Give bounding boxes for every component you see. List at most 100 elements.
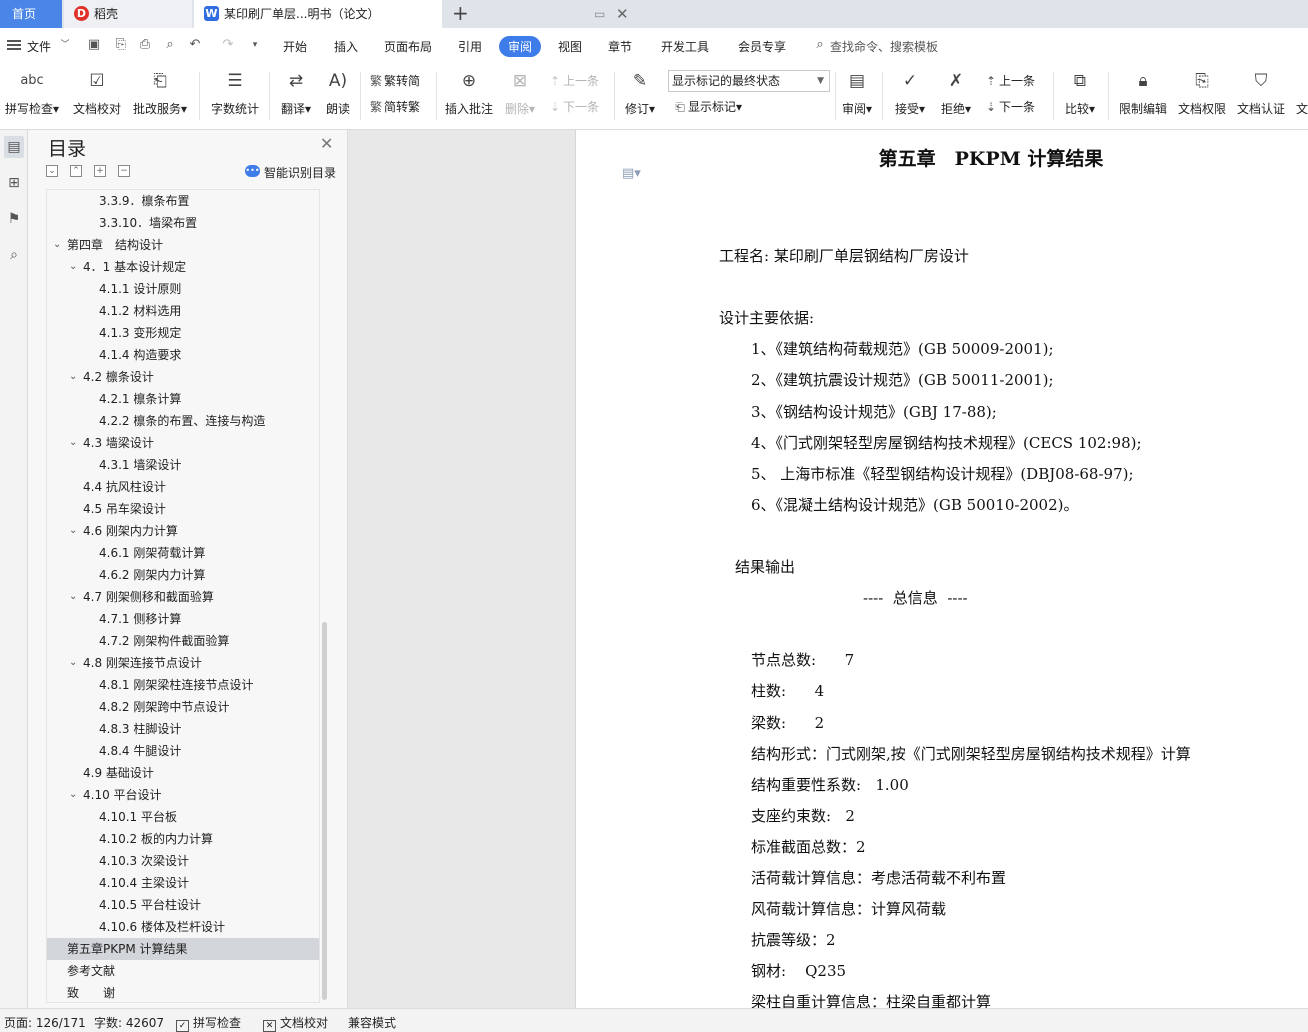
toc-item[interactable]: 4.8.2 刚架跨中节点设计 [47,696,319,718]
toc-panel-icon[interactable]: ▤ [4,136,24,158]
toc-item[interactable]: 4.10.5 平台柱设计 [47,894,319,916]
toc-item[interactable]: ⌄ 4.8 刚架连接节点设计 [47,652,319,674]
toc-item[interactable]: 4.8.3 柱脚设计 [47,718,319,740]
menu-page-layout[interactable]: 页面布局 [384,38,432,55]
compare-button[interactable]: ⧉ 比较▾ [1060,68,1100,124]
expand-all-icon[interactable]: ⌃ [70,165,82,177]
toc-item[interactable]: 4.1.4 构造要求 [47,344,319,366]
insert-comment-button[interactable]: ⊕ 插入批注 [442,68,496,124]
chevron-down-icon[interactable]: ﹀ [57,37,73,53]
toc-item[interactable]: 4.10.3 次梁设计 [47,850,319,872]
save-icon[interactable]: ▣ [86,37,102,53]
toc-item[interactable]: 4.6.1 刚架荷载计算 [47,542,319,564]
doc-certify-button[interactable]: ⛉ 文档认证 [1234,68,1288,124]
review-pane-button[interactable]: ▤ 审阅▾ [838,68,876,124]
markup-state-select[interactable]: 显示标记的最终状态 ▼ [668,70,830,92]
track-changes-button[interactable]: ✎ 修订▾ [620,68,660,124]
toc-item[interactable]: 4.10.2 板的内力计算 [47,828,319,850]
toc-item[interactable]: 4.2.1 檩条计算 [47,388,319,410]
toc-item[interactable]: 4.8.4 牛腿设计 [47,740,319,762]
doc-permission-button[interactable]: ⎘ 文档权限 [1176,68,1228,124]
quick-access-dropdown-icon[interactable]: ▾ [247,37,263,53]
toc-item[interactable]: 4.7.1 侧移计算 [47,608,319,630]
menu-developer[interactable]: 开发工具 [661,38,709,55]
chevron-down-icon[interactable]: ⌄ [69,256,77,278]
hamburger-icon[interactable] [7,40,21,50]
tab-document[interactable]: W 某印刷厂单层...明书（论文） ▭ ✕ [194,0,629,28]
menu-chapter[interactable]: 章节 [608,38,632,55]
chevron-down-icon[interactable]: ⌄ [69,432,77,454]
remove-heading-icon[interactable]: − [118,165,130,177]
translate-button[interactable]: ⇄ 翻译▾ [276,68,316,124]
tab-daoke[interactable]: D 稻壳 [64,0,192,28]
menu-insert[interactable]: 插入 [334,38,358,55]
next-comment-button[interactable]: ⇣ 下一条 [547,98,599,115]
toc-item[interactable]: 4.1.2 材料选用 [47,300,319,322]
add-heading-icon[interactable]: + [94,165,106,177]
export-pdf-icon[interactable]: ⎘ [113,37,129,53]
chevron-down-icon[interactable]: ⌄ [69,652,77,674]
chevron-down-icon[interactable]: ⌄ [53,234,61,256]
toc-item[interactable]: 4.9 基础设计 [47,762,319,784]
toc-item[interactable]: 4.6.2 刚架内力计算 [47,564,319,586]
reject-button[interactable]: ✗ 拒绝▾ [936,68,976,124]
status-spell-check[interactable]: ✓ 拼写检查 [176,1014,241,1032]
chevron-down-icon[interactable]: ⌄ [69,784,77,806]
spell-check-button[interactable]: abc 拼写检查▾ [2,68,62,124]
toc-item[interactable]: 3.3.10．墙梁布置 [47,212,319,234]
redo-icon[interactable]: ↷ [220,37,236,53]
menu-review[interactable]: 审阅 [499,36,542,57]
doc-proof-button[interactable]: ☑ 文档校对 [70,68,124,124]
bookmark-icon[interactable]: ⚑ [4,208,24,230]
word-counter[interactable]: 字数: 42607 [94,1014,164,1031]
toc-item[interactable]: 4.10.4 主梁设计 [47,872,319,894]
prev-change-button[interactable]: ⇡ 上一条 [983,72,1035,89]
menu-file[interactable]: 文件 [27,38,51,55]
annotation-service-button[interactable]: ⎗ 批改服务▾ [130,68,190,124]
show-markup-button[interactable]: ⎗ 显示标记▾ [672,98,742,115]
chapter-nav-icon[interactable]: ⊞ [4,172,24,194]
toc-item[interactable]: ⌄ 4.7 刚架侧移和截面验算 [47,586,319,608]
prev-comment-button[interactable]: ⇡ 上一条 [547,72,599,89]
toc-item[interactable]: 致 谢 [47,982,319,1002]
print-preview-icon[interactable]: ⌕ [162,37,178,53]
page-counter[interactable]: 页面: 126/171 [4,1014,86,1031]
status-doc-proof[interactable]: ✕ 文档校对 [263,1014,328,1032]
toc-item[interactable]: 4.1.1 设计原则 [47,278,319,300]
close-icon[interactable]: ✕ [320,134,333,153]
toc-item[interactable]: 4.10.1 平台板 [47,806,319,828]
next-change-button[interactable]: ⇣ 下一条 [983,98,1035,115]
page-options-icon[interactable]: ▤▾ [622,166,641,181]
collapse-all-icon[interactable]: ⌄ [46,165,58,177]
chevron-down-icon[interactable]: ⌄ [69,520,77,542]
read-aloud-button[interactable]: A) 朗读 [320,68,356,124]
toc-item[interactable]: ⌄ 4.3 墙梁设计 [47,432,319,454]
menu-references[interactable]: 引用 [458,38,482,55]
word-count-button[interactable]: ☰ 字数统计 [206,68,264,124]
toc-item[interactable]: 第五章PKPM 计算结果 [47,938,319,960]
toc-item[interactable]: 3.3.9．檩条布置 [47,190,319,212]
toc-item[interactable]: ⌄ 4.10 平台设计 [47,784,319,806]
toc-item[interactable]: 4.5 吊车梁设计 [47,498,319,520]
smart-detect-toc-button[interactable]: 智能识别目录 [264,164,336,181]
toc-item[interactable]: 4.1.3 变形规定 [47,322,319,344]
menu-view[interactable]: 视图 [558,38,582,55]
toc-item[interactable]: 参考文献 [47,960,319,982]
toc-item[interactable]: ⌄ 第四章 结构设计 [47,234,319,256]
toc-item[interactable]: 4.2.2 檩条的布置、连接与构造 [47,410,319,432]
chevron-down-icon[interactable]: ⌄ [69,366,77,388]
close-tab-icon[interactable]: ✕ [616,0,629,28]
chevron-down-icon[interactable]: ⌄ [69,586,77,608]
menu-member[interactable]: 会员专享 [738,38,786,55]
new-tab-button[interactable]: + [452,0,469,28]
ribbon-more-button[interactable]: 文 [1296,68,1308,124]
toc-item[interactable]: 4.4 抗风柱设计 [47,476,319,498]
undo-icon[interactable]: ↶ [187,37,203,53]
tab-home[interactable]: 首页 [0,0,62,28]
toc-item[interactable]: 4.7.2 刚架构件截面验算 [47,630,319,652]
simp-to-trad-button[interactable]: 繁简转繁 [368,98,420,115]
print-icon[interactable]: ⎙ [137,37,153,53]
accept-button[interactable]: ✓ 接受▾ [890,68,930,124]
toc-item[interactable]: 4.8.1 刚架梁柱连接节点设计 [47,674,319,696]
restrict-edit-button[interactable]: 🔒︎ 限制编辑 [1116,68,1170,124]
